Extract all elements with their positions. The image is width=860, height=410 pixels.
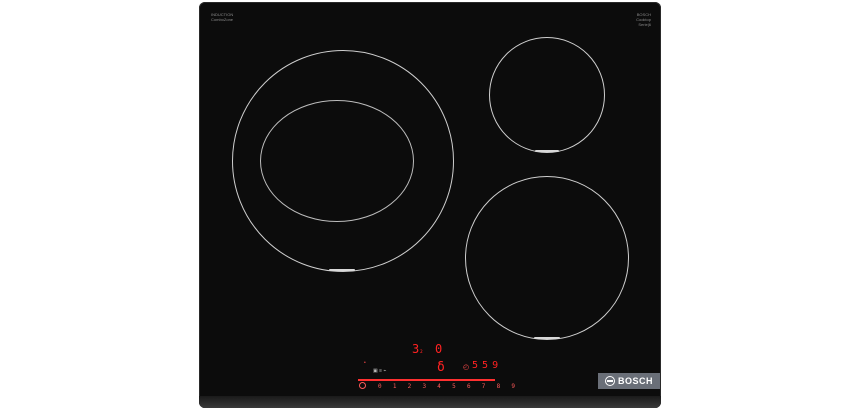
right-level-display: 0 [435,342,443,356]
badge-text: BOSCH [617,376,653,386]
cooking-zone-medium[interactable] [465,176,629,340]
status-dot: • [364,360,366,366]
center-symbol: δ [437,360,445,375]
power-slider[interactable] [358,379,495,381]
slider-scale[interactable]: 0 1 2 3 4 5 6 7 8 9 [378,383,519,390]
bosch-logo-icon [604,376,615,386]
timer-icon[interactable]: ◴ [463,363,469,371]
zone-marker-small [535,150,559,152]
timer-display: 5 5 9 [472,360,498,371]
cooking-zone-small[interactable] [489,37,605,153]
power-level-suffix: ₂ [419,347,424,355]
cooktop-front-edge [199,396,661,408]
function-icons[interactable]: ▣ ≡ ⌁ [373,368,386,374]
zone-power-level: 3₂ [412,342,423,356]
zone-marker-medium [534,337,560,339]
combozone-label: ComboZone [211,17,234,22]
serie-label: Serie|6 [638,22,651,27]
cooking-zone-large-inner[interactable] [260,100,414,222]
top-left-brand: INDUCTION ComboZone [211,12,233,22]
brand-badge: BOSCH [598,373,660,389]
zone-marker-large [329,269,355,271]
top-right-brand: BOSCH Cooktop Serie|6 [636,12,651,27]
power-icon[interactable] [359,382,366,389]
